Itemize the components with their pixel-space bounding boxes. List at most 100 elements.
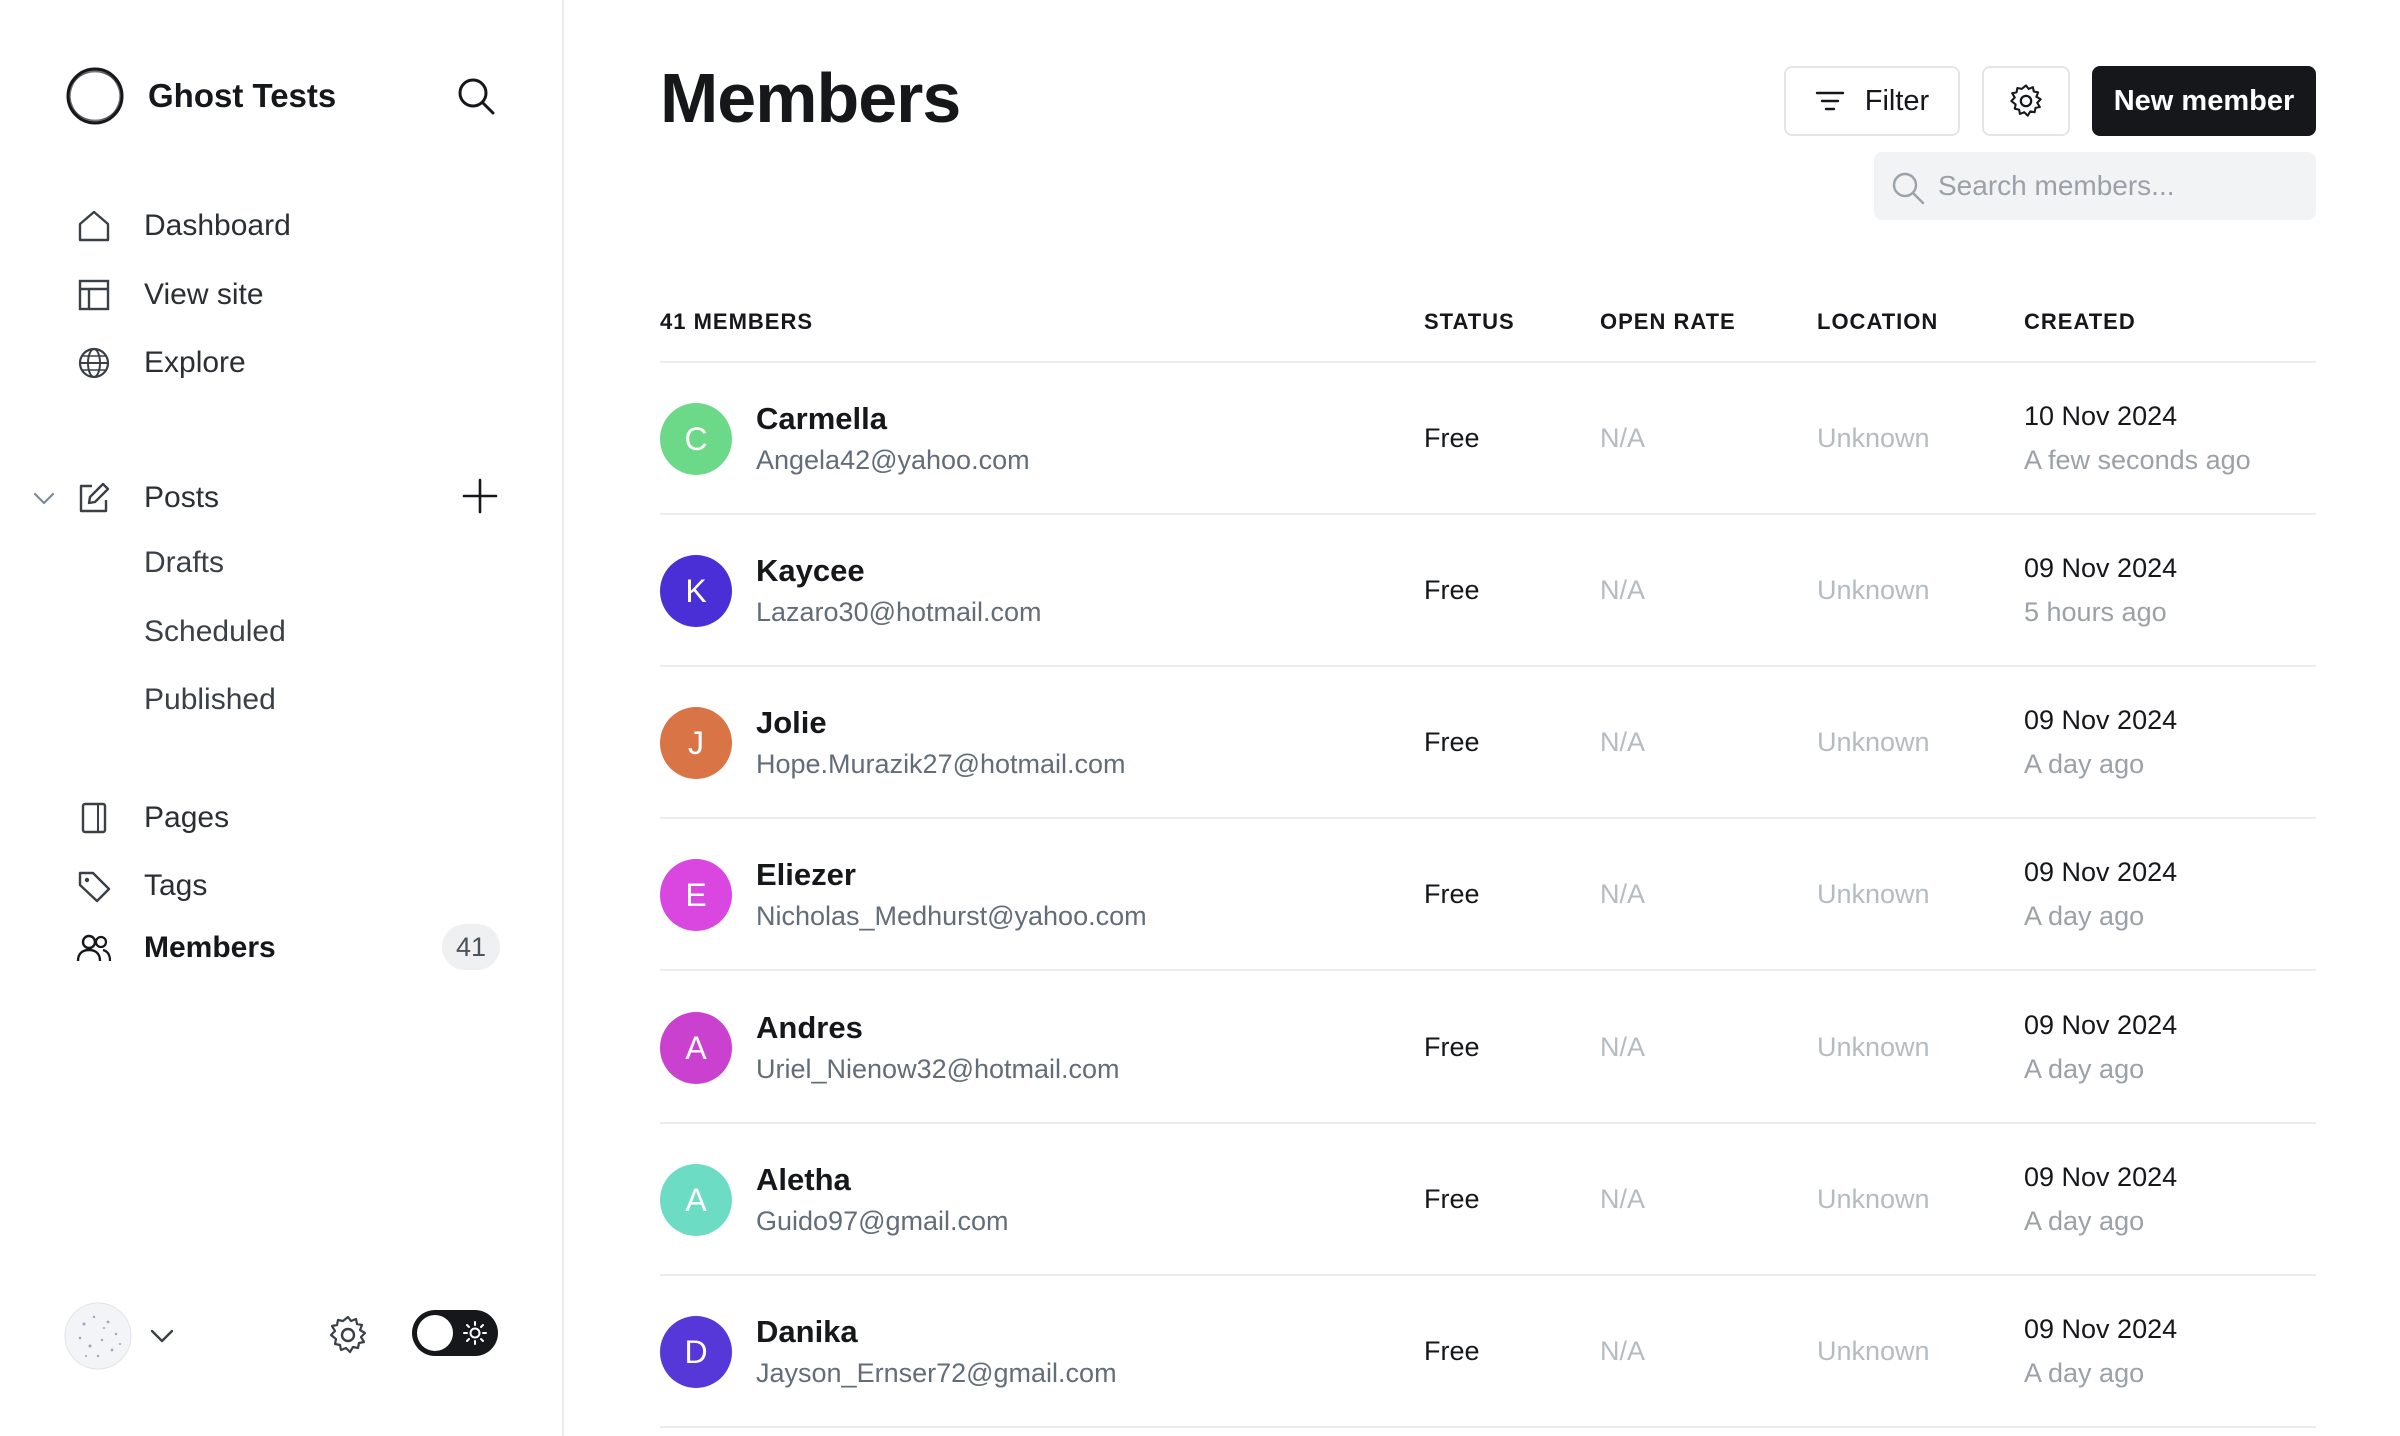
member-created-date: 10 Nov 2024 [2024, 401, 2178, 431]
search-icon[interactable] [454, 74, 498, 118]
member-status: Free [1424, 1032, 1480, 1062]
table-row[interactable]: C Carmella Angela42@yahoo.com Free N/A U… [660, 363, 2316, 515]
column-header-members[interactable]: 41 MEMBERS [660, 309, 813, 335]
member-open-rate: N/A [1600, 727, 1646, 757]
table-row[interactable]: J Jolie Hope.Murazik27@hotmail.com Free … [660, 667, 2316, 819]
column-header-open-rate[interactable]: OPEN RATE [1600, 309, 1736, 335]
user-avatar[interactable] [64, 1302, 132, 1370]
site-brand[interactable]: Ghost Tests [64, 64, 336, 128]
member-location: Unknown [1817, 423, 1930, 453]
table-row[interactable]: D Danika Jayson_Ernser72@gmail.com Free … [660, 1276, 2316, 1428]
edit-icon [74, 478, 114, 518]
nav-item-explore[interactable]: Explore [0, 335, 520, 391]
member-created-date: 09 Nov 2024 [2024, 553, 2178, 583]
search-icon [1892, 172, 1925, 205]
table-row[interactable]: A Andres Uriel_Nienow32@hotmail.com Free… [660, 972, 2316, 1124]
member-settings-button[interactable] [1982, 66, 2070, 136]
nav-item-dashboard[interactable]: Dashboard [0, 198, 520, 254]
member-location: Unknown [1817, 879, 1930, 909]
toggle-knob [417, 1315, 453, 1351]
table-row[interactable]: E Eliezer Nicholas_Medhurst@yahoo.com Fr… [660, 819, 2316, 971]
search-input[interactable] [1938, 152, 2298, 220]
member-email: Angela42@yahoo.com [756, 445, 1030, 475]
settings-gear-icon[interactable] [326, 1313, 370, 1357]
member-location: Unknown [1817, 1184, 1930, 1214]
nav-label-posts: Posts [144, 481, 220, 514]
member-created-relative: A day ago [2024, 749, 2145, 779]
member-created-relative: A few seconds ago [2024, 445, 2251, 475]
member-email: Guido97@gmail.com [756, 1206, 1009, 1236]
member-search [1874, 152, 2316, 220]
member-name: Eliezer [756, 857, 856, 892]
member-status: Free [1424, 1184, 1480, 1214]
sidebar-label-published: Published [144, 683, 276, 716]
filter-button-label: Filter [1864, 84, 1930, 117]
member-name: Jolie [756, 705, 827, 740]
filter-button[interactable]: Filter [1784, 66, 1960, 136]
members-count-badge: 41 [442, 924, 500, 970]
layout-icon [74, 275, 114, 315]
member-avatar: A [660, 1164, 732, 1236]
member-status: Free [1424, 879, 1480, 909]
site-name: Ghost Tests [148, 77, 337, 114]
member-created-relative: A day ago [2024, 1054, 2145, 1084]
sidebar-label-drafts: Drafts [144, 546, 225, 579]
filter-icon [1815, 91, 1844, 111]
member-created-date: 09 Nov 2024 [2024, 705, 2178, 735]
sidebar-item-scheduled[interactable]: Scheduled [0, 604, 520, 660]
member-open-rate: N/A [1600, 423, 1646, 453]
member-created-relative: 5 hours ago [2024, 597, 2167, 627]
member-avatar: A [660, 1012, 732, 1084]
member-email: Hope.Murazik27@hotmail.com [756, 749, 1126, 779]
nav-label-tags: Tags [144, 869, 208, 902]
column-header-location[interactable]: LOCATION [1817, 309, 1938, 335]
member-created-date: 09 Nov 2024 [2024, 1314, 2178, 1344]
column-header-status[interactable]: STATUS [1424, 309, 1515, 335]
sidebar-item-drafts[interactable]: Drafts [0, 535, 520, 591]
member-email: Jayson_Ernser72@gmail.com [756, 1358, 1117, 1388]
new-member-button[interactable]: New member [2092, 66, 2316, 136]
nav-item-posts[interactable]: Posts [0, 470, 440, 526]
member-status: Free [1424, 423, 1480, 453]
member-status: Free [1424, 575, 1480, 605]
member-email: Nicholas_Medhurst@yahoo.com [756, 901, 1147, 931]
nav-label-members: Members [144, 931, 276, 964]
table-row[interactable]: K Kaycee Lazaro30@hotmail.com Free N/A U… [660, 515, 2316, 667]
table-row[interactable]: A Aletha Guido97@gmail.com Free N/A Unkn… [660, 1124, 2316, 1276]
globe-icon [74, 343, 114, 383]
nav-item-view-site[interactable]: View site [0, 267, 520, 323]
member-name: Kaycee [756, 553, 865, 588]
member-location: Unknown [1817, 1336, 1930, 1366]
member-open-rate: N/A [1600, 1184, 1646, 1214]
user-menu-chevron-icon[interactable] [146, 1320, 178, 1352]
sidebar-item-published[interactable]: Published [0, 672, 520, 728]
column-header-created[interactable]: CREATED [2024, 309, 2136, 335]
member-email: Uriel_Nienow32@hotmail.com [756, 1054, 1120, 1084]
member-created-relative: A day ago [2024, 901, 2145, 931]
nav-item-tags[interactable]: Tags [0, 858, 520, 914]
page-title: Members [660, 59, 961, 137]
member-location: Unknown [1817, 727, 1930, 757]
member-open-rate: N/A [1600, 1336, 1646, 1366]
member-name: Danika [756, 1314, 858, 1349]
member-avatar: D [660, 1316, 732, 1388]
member-created-relative: A day ago [2024, 1206, 2145, 1236]
member-name: Aletha [756, 1162, 851, 1197]
member-status: Free [1424, 727, 1480, 757]
nav-label-explore: Explore [144, 346, 246, 379]
row-divider [660, 969, 2316, 971]
sidebar: Ghost Tests Dashboard View site Explore … [0, 0, 564, 1436]
add-post-plus-icon[interactable] [458, 474, 502, 518]
member-email: Lazaro30@hotmail.com [756, 597, 1042, 627]
nav-label-dashboard: Dashboard [144, 209, 291, 242]
member-open-rate: N/A [1600, 575, 1646, 605]
theme-toggle[interactable] [412, 1310, 498, 1356]
site-logo-icon [66, 67, 124, 125]
member-name: Carmella [756, 401, 887, 436]
nav-label-view-site: View site [144, 278, 264, 311]
nav-item-pages[interactable]: Pages [0, 790, 520, 846]
member-status: Free [1424, 1336, 1480, 1366]
gear-icon [2010, 84, 2042, 117]
member-avatar: C [660, 403, 732, 475]
member-created-date: 09 Nov 2024 [2024, 857, 2178, 887]
